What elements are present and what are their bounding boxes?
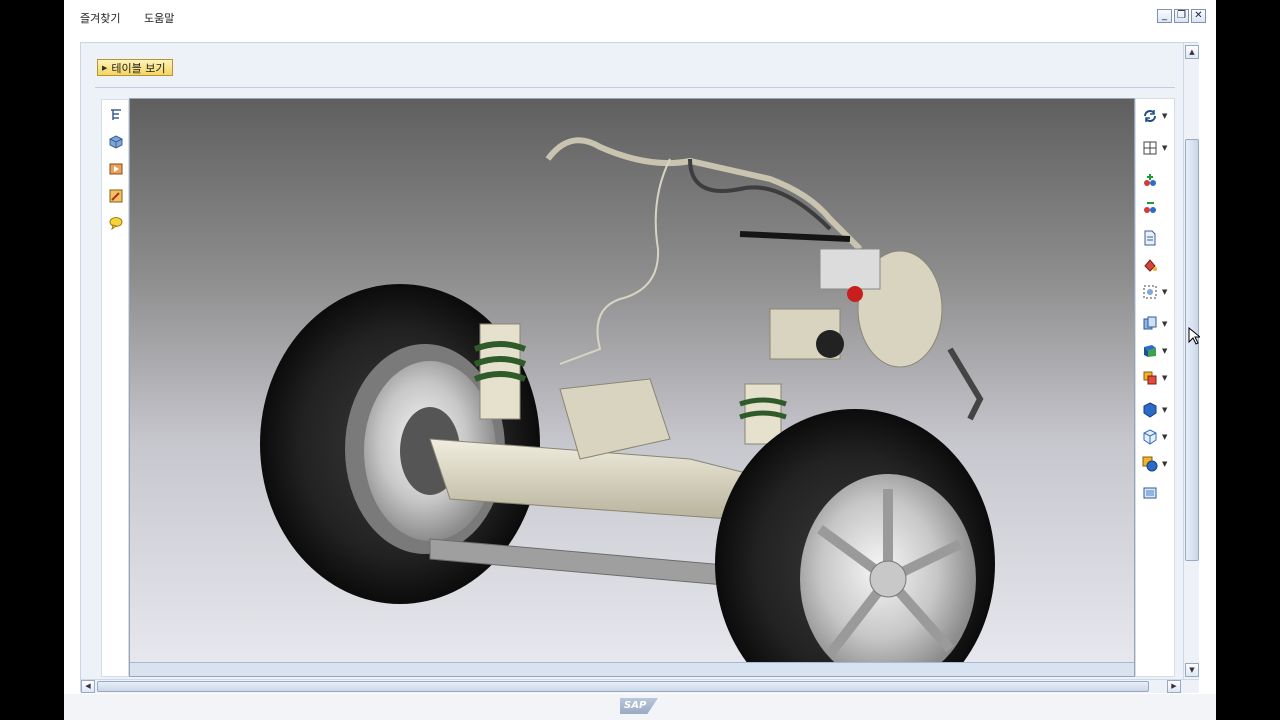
viewport-scrollbar[interactable] [130,662,1134,676]
shape-tool[interactable]: ▼ [1142,455,1172,473]
crosssection-icon [1142,370,1158,386]
copy-icon [1142,316,1158,332]
chevron-down-icon[interactable]: ▼ [1162,433,1167,441]
wireframe-icon [1142,429,1158,445]
view-layout-tool[interactable]: ▼ [1142,139,1172,157]
fit-selection-icon [1142,284,1158,300]
paint-tool[interactable] [1142,256,1172,274]
scroll-left-icon[interactable]: ◀ [81,680,95,693]
cutaway-icon [1142,343,1158,359]
view-layout-icon [1142,140,1158,156]
content-panel: ▶ 테이블 보기 ▼ ▼ ▼ ▼ ▼ ▼ ▼ ▼ ▼ ▲ ▼ ◀ ▶ [80,42,1199,693]
chevron-down-icon[interactable]: ▼ [1162,288,1167,296]
rotate-tool[interactable]: ▼ [1142,107,1172,125]
comment-icon[interactable] [107,214,124,231]
add-markup-icon [1142,172,1158,188]
chevron-down-icon[interactable]: ▼ [1162,112,1167,120]
paint-icon [1142,257,1158,273]
minimize-button[interactable]: _ [1157,9,1172,23]
menu-bar: 즐겨찾기 도움말 _ ❐ ✕ [64,0,1216,34]
divider [95,87,1175,88]
menu-help[interactable]: 도움말 [144,10,174,26]
vertical-scrollbar[interactable]: ▲ ▼ [1183,43,1199,680]
horizontal-scroll-thumb[interactable] [97,681,1149,692]
application-window: 즐겨찾기 도움말 _ ❐ ✕ ▶ 테이블 보기 ▼ ▼ ▼ ▼ ▼ ▼ ▼ ▼ … [64,0,1216,720]
chevron-down-icon[interactable]: ▼ [1162,374,1167,382]
chevron-down-icon[interactable]: ▼ [1162,460,1167,468]
mouse-cursor-icon [1188,327,1200,345]
chevron-down-icon[interactable]: ▼ [1162,406,1167,414]
table-view-label: 테이블 보기 [111,61,166,75]
chevron-down-icon[interactable]: ▼ [1162,144,1167,152]
media-icon[interactable] [107,160,124,177]
chevron-down-icon[interactable]: ▼ [1162,347,1167,355]
shaded-tool[interactable]: ▼ [1142,401,1172,419]
window-controls: _ ❐ ✕ [1157,9,1206,23]
crosssection-tool[interactable]: ▼ [1142,369,1172,387]
rotate-icon [1142,108,1158,124]
shaded-icon [1142,402,1158,418]
left-toolbar [101,99,129,677]
scroll-down-icon[interactable]: ▼ [1185,663,1199,677]
play-icon: ▶ [102,63,108,72]
cutaway-tool[interactable]: ▼ [1142,342,1172,360]
add-markup-tool[interactable] [1142,171,1172,189]
right-toolbar: ▼ ▼ ▼ ▼ ▼ ▼ ▼ ▼ ▼ [1135,98,1175,677]
3d-viewport[interactable] [129,98,1135,677]
wireframe-tool[interactable]: ▼ [1142,428,1172,446]
footer-bar: SAP [64,694,1216,720]
copy-tool[interactable]: ▼ [1142,315,1172,333]
table-view-button[interactable]: ▶ 테이블 보기 [97,59,173,76]
fullscreen-icon [1142,485,1158,501]
remove-markup-tool[interactable] [1142,198,1172,216]
sap-logo: SAP [620,698,658,714]
fit-selection-tool[interactable]: ▼ [1142,283,1172,301]
chassis-model-image [260,137,995,676]
shape-icon [1142,456,1158,472]
remove-markup-icon [1142,199,1158,215]
chevron-down-icon[interactable]: ▼ [1162,320,1167,328]
vertical-scroll-thumb[interactable] [1185,139,1199,561]
horizontal-scrollbar[interactable]: ◀ ▶ [81,679,1199,693]
menu-favorites[interactable]: 즐겨찾기 [80,10,120,26]
document-icon [1142,230,1158,246]
close-button[interactable]: ✕ [1191,9,1206,23]
document-tool[interactable] [1142,229,1172,247]
scroll-right-icon[interactable]: ▶ [1167,680,1181,693]
cube-icon[interactable] [107,133,124,150]
structure-tree-icon[interactable] [107,106,124,123]
scroll-up-icon[interactable]: ▲ [1185,45,1199,59]
restore-button[interactable]: ❐ [1174,9,1189,23]
fullscreen-tool[interactable] [1142,484,1172,502]
edit-icon[interactable] [107,187,124,204]
